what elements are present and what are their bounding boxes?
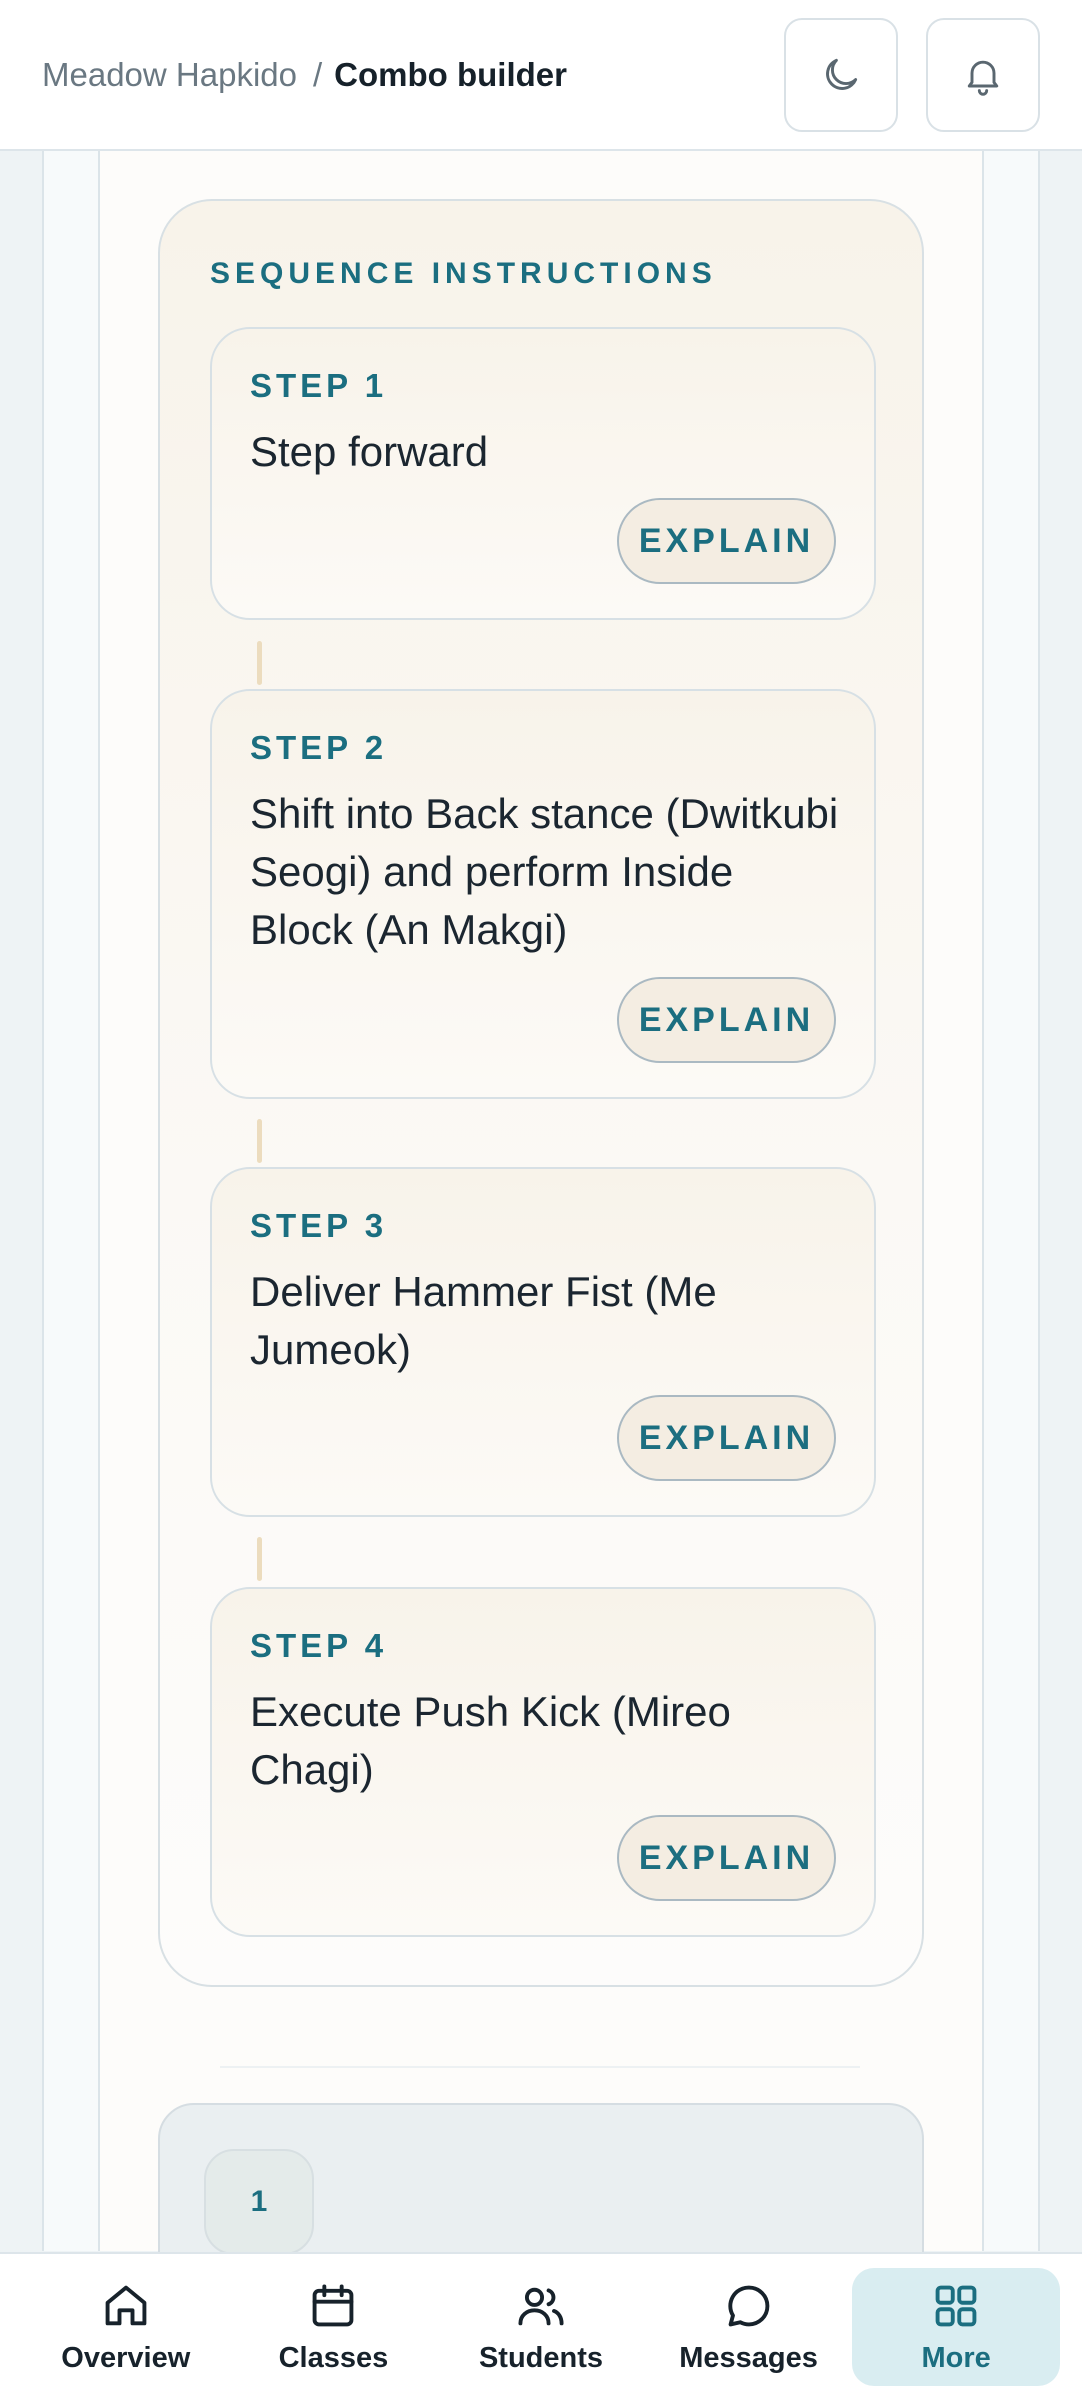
sequence-instructions-card: SEQUENCE INSTRUCTIONS STEP 1 Step forwar… bbox=[158, 199, 924, 1987]
bottom-nav: Overview Classes Students Messages More bbox=[0, 2252, 1082, 2402]
step-text: Deliver Hammer Fist (Me Jumeok) bbox=[250, 1268, 717, 1373]
nav-label: Classes bbox=[278, 2341, 389, 2374]
top-header: Meadow Hapkido / Combo builder bbox=[0, 0, 1082, 151]
nav-label: Overview bbox=[61, 2341, 191, 2374]
nav-label: Students bbox=[478, 2341, 604, 2374]
moon-icon bbox=[826, 58, 858, 90]
users-icon bbox=[518, 2287, 564, 2325]
step-connector bbox=[257, 641, 262, 685]
step-text: Step forward bbox=[250, 428, 489, 475]
bell-icon bbox=[967, 60, 999, 96]
step-card-2: STEP 2 Shift into Back stance (Dwitkubi … bbox=[210, 689, 876, 1099]
grid-icon bbox=[935, 2285, 977, 2326]
nav-item-classes[interactable]: Classes bbox=[230, 2268, 438, 2386]
step-label: STEP 3 bbox=[250, 1207, 388, 1244]
nav-item-students[interactable]: Students bbox=[437, 2268, 645, 2386]
home-icon bbox=[105, 2285, 147, 2325]
step-label: STEP 2 bbox=[250, 729, 388, 766]
breadcrumb: Meadow Hapkido / Combo builder bbox=[42, 56, 784, 94]
section-divider bbox=[220, 2066, 860, 2068]
explain-button-step-2[interactable]: EXPLAIN bbox=[617, 977, 836, 1063]
nav-item-messages[interactable]: Messages bbox=[645, 2268, 853, 2386]
app-screen: Meadow Hapkido / Combo builder SEQUENCE … bbox=[0, 0, 1082, 2402]
theme-toggle-button[interactable] bbox=[784, 17, 898, 132]
step-text: Shift into Back stance (Dwitkubi Seogi) … bbox=[250, 790, 839, 953]
nav-label: More bbox=[921, 2341, 991, 2374]
step-card-1: STEP 1 Step forward EXPLAIN bbox=[210, 327, 876, 620]
step-connector bbox=[257, 1119, 262, 1163]
step-card-4: STEP 4 Execute Push Kick (Mireo Chagi) E… bbox=[210, 1587, 876, 1937]
notifications-button[interactable] bbox=[926, 17, 1040, 132]
explain-button-step-1[interactable]: EXPLAIN bbox=[617, 498, 836, 584]
chat-bubble-icon bbox=[727, 2285, 769, 2326]
sequence-title: SEQUENCE INSTRUCTIONS bbox=[210, 257, 717, 290]
calendar-icon bbox=[313, 2284, 354, 2326]
page-title: Combo builder bbox=[334, 55, 567, 93]
step-label: STEP 4 bbox=[250, 1627, 388, 1664]
nav-item-overview[interactable]: Overview bbox=[22, 2268, 230, 2386]
step-connector bbox=[257, 1537, 262, 1581]
breadcrumb-org-link[interactable]: Meadow Hapkido bbox=[42, 56, 297, 94]
explain-button-step-4[interactable]: EXPLAIN bbox=[617, 1815, 836, 1901]
nav-item-more[interactable]: More bbox=[852, 2268, 1060, 2386]
page-number-chip[interactable]: 1 bbox=[204, 2149, 314, 2255]
breadcrumb-separator: / bbox=[312, 55, 323, 93]
explain-button-step-3[interactable]: EXPLAIN bbox=[617, 1395, 836, 1481]
step-card-3: STEP 3 Deliver Hammer Fist (Me Jumeok) E… bbox=[210, 1167, 876, 1517]
step-label: STEP 1 bbox=[250, 367, 388, 404]
nav-label: Messages bbox=[679, 2341, 818, 2374]
step-text: Execute Push Kick (Mireo Chagi) bbox=[250, 1688, 731, 1793]
